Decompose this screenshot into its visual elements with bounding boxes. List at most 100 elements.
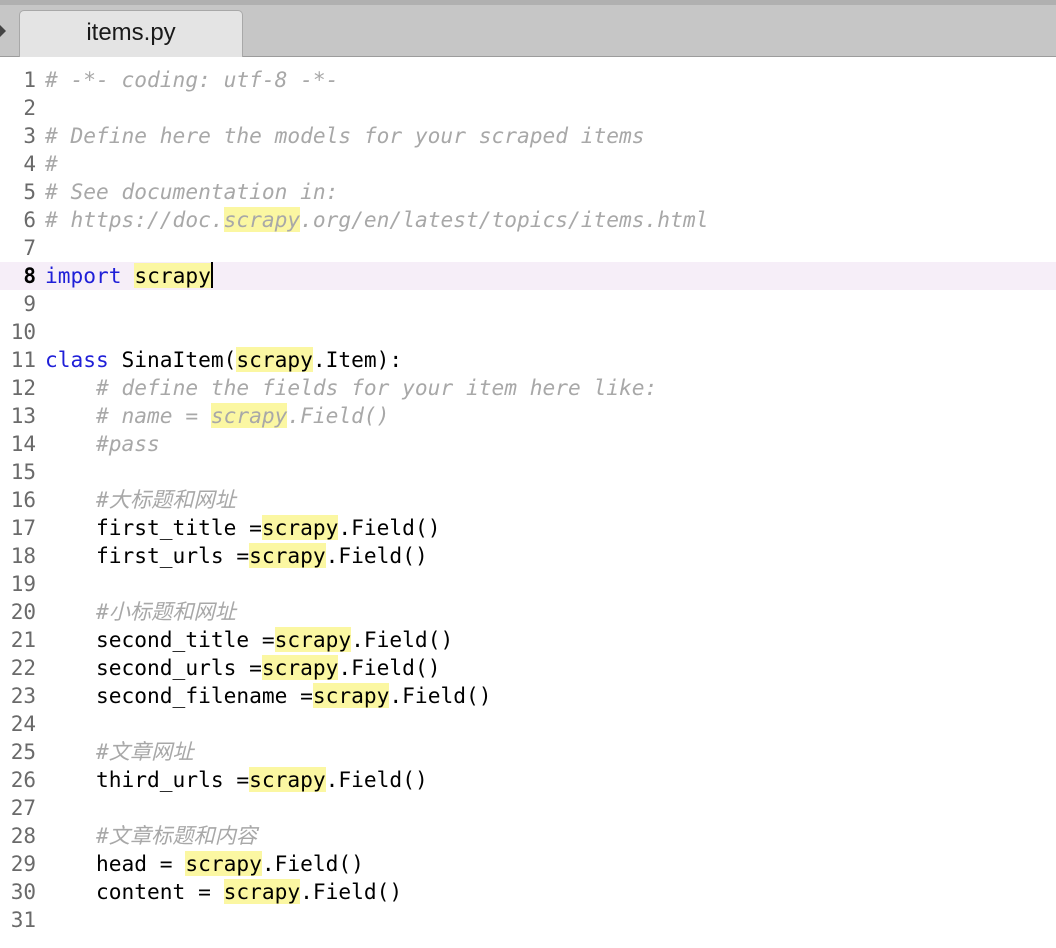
line-number: 3 <box>23 124 36 148</box>
line-number: 12 <box>10 376 36 400</box>
code-line[interactable]: 4 # <box>0 150 1056 178</box>
search-highlight: scrapy <box>274 627 352 652</box>
search-highlight: scrapy <box>210 403 288 428</box>
code-comment: .org/en/latest/topics/items.html <box>300 207 709 232</box>
line-number: 6 <box>23 208 36 232</box>
line-number: 20 <box>10 600 36 624</box>
code-text: first_title =scrapy.Field() <box>45 514 440 542</box>
code-text: #小标题和网址 <box>45 598 236 626</box>
code-token: second_title = <box>45 627 275 652</box>
code-comment: # Define here the models for your scrape… <box>45 123 645 148</box>
line-number: 22 <box>10 656 36 680</box>
line-number: 8 <box>23 264 36 288</box>
code-comment: #大标题和网址 <box>96 487 236 512</box>
code-comment: .Field() <box>287 403 390 428</box>
line-number: 13 <box>10 404 36 428</box>
code-text: third_urls =scrapy.Field() <box>45 766 428 794</box>
code-token: content = <box>45 879 224 904</box>
line-number: 15 <box>10 460 36 484</box>
code-text: # name = scrapy.Field() <box>45 402 389 430</box>
code-line[interactable]: 13 # name = scrapy.Field() <box>0 402 1056 430</box>
line-number: 10 <box>10 320 36 344</box>
code-comment: # name = <box>96 403 211 428</box>
code-line[interactable]: 20 #小标题和网址 <box>0 598 1056 626</box>
code-comment: #文章标题和内容 <box>96 823 258 848</box>
code-token: .Field() <box>338 515 441 540</box>
line-number: 11 <box>10 348 36 372</box>
tab-scroll-arrow-icon[interactable] <box>0 25 6 37</box>
code-line[interactable]: 14 #pass <box>0 430 1056 458</box>
code-token: .Field() <box>338 655 441 680</box>
code-editor[interactable]: 1 # -*- coding: utf-8 -*- 2 3 # Define here … <box>0 64 1056 948</box>
code-line[interactable]: 9 <box>0 290 1056 318</box>
code-line[interactable]: 29 head = scrapy.Field() <box>0 850 1056 878</box>
code-line[interactable]: 1 # -*- coding: utf-8 -*- <box>0 66 1056 94</box>
code-line[interactable]: 19 <box>0 570 1056 598</box>
code-token: .Field() <box>325 767 428 792</box>
code-line[interactable]: 8 import scrapy <box>0 262 1056 290</box>
code-text: # -*- coding: utf-8 -*- <box>45 66 338 94</box>
code-token: first_title = <box>45 515 262 540</box>
code-line[interactable]: 25 #文章网址 <box>0 738 1056 766</box>
search-highlight: scrapy <box>185 851 262 876</box>
code-line[interactable]: 10 <box>0 318 1056 346</box>
code-line[interactable]: 24 <box>0 710 1056 738</box>
code-line[interactable]: 6 # https://doc.scrapy.org/en/latest/topi… <box>0 206 1056 234</box>
code-line[interactable]: 2 <box>0 94 1056 122</box>
code-text: first_urls =scrapy.Field() <box>45 542 428 570</box>
line-number: 5 <box>23 180 36 204</box>
tab-label: items.py <box>86 19 176 46</box>
line-number: 7 <box>23 236 36 260</box>
line-number: 21 <box>10 628 36 652</box>
tab-items-py[interactable]: items.py <box>19 10 243 57</box>
search-highlight: scrapy <box>223 879 301 904</box>
code-keyword: class <box>45 347 109 372</box>
line-number: 26 <box>10 768 36 792</box>
code-line[interactable]: 12 # define the fields for your item her… <box>0 374 1056 402</box>
code-line[interactable]: 18 first_urls =scrapy.Field() <box>0 542 1056 570</box>
code-line[interactable]: 31 <box>0 906 1056 934</box>
text-cursor <box>210 262 213 288</box>
code-line[interactable]: 5 # See documentation in: <box>0 178 1056 206</box>
search-highlight: scrapy <box>134 263 211 288</box>
line-number: 31 <box>10 908 36 932</box>
search-highlight: scrapy <box>261 515 339 540</box>
code-comment: #小标题和网址 <box>96 599 236 624</box>
code-line[interactable]: 30 content = scrapy.Field() <box>0 878 1056 906</box>
code-line[interactable]: 26 third_urls =scrapy.Field() <box>0 766 1056 794</box>
code-text: second_urls =scrapy.Field() <box>45 654 440 682</box>
code-text: import scrapy <box>45 262 213 290</box>
search-highlight: scrapy <box>236 347 313 372</box>
code-line[interactable]: 23 second_filename =scrapy.Field() <box>0 682 1056 710</box>
line-number: 9 <box>23 292 36 316</box>
code-line[interactable]: 3 # Define here the models for your scrap… <box>0 122 1056 150</box>
line-number: 17 <box>10 516 36 540</box>
code-token: second_filename = <box>45 683 313 708</box>
code-line[interactable]: 16 #大标题和网址 <box>0 486 1056 514</box>
code-line[interactable]: 15 <box>0 458 1056 486</box>
code-comment: # <box>45 151 58 176</box>
code-text: # See documentation in: <box>45 178 338 206</box>
code-text: # https://doc.scrapy.org/en/latest/topic… <box>45 206 708 234</box>
code-token: first_urls = <box>45 543 250 568</box>
code-comment: # See documentation in: <box>45 179 339 204</box>
code-line[interactable]: 11 class SinaItem(scrapy.Item): <box>0 346 1056 374</box>
code-token: .Field() <box>351 627 454 652</box>
line-number: 19 <box>10 572 36 596</box>
code-token: .Field() <box>261 851 364 876</box>
code-line[interactable]: 22 second_urls =scrapy.Field() <box>0 654 1056 682</box>
code-line[interactable]: 27 <box>0 794 1056 822</box>
code-line[interactable]: 17 first_title =scrapy.Field() <box>0 514 1056 542</box>
code-line[interactable]: 21 second_title =scrapy.Field() <box>0 626 1056 654</box>
code-line[interactable]: 28 #文章标题和内容 <box>0 822 1056 850</box>
tab-bar: items.py <box>0 0 1056 57</box>
code-text: content = scrapy.Field() <box>45 878 402 906</box>
line-number: 1 <box>23 68 36 92</box>
code-text: # define the fields for your item here l… <box>45 374 657 402</box>
code-line[interactable]: 7 <box>0 234 1056 262</box>
code-text: # <box>45 150 58 178</box>
